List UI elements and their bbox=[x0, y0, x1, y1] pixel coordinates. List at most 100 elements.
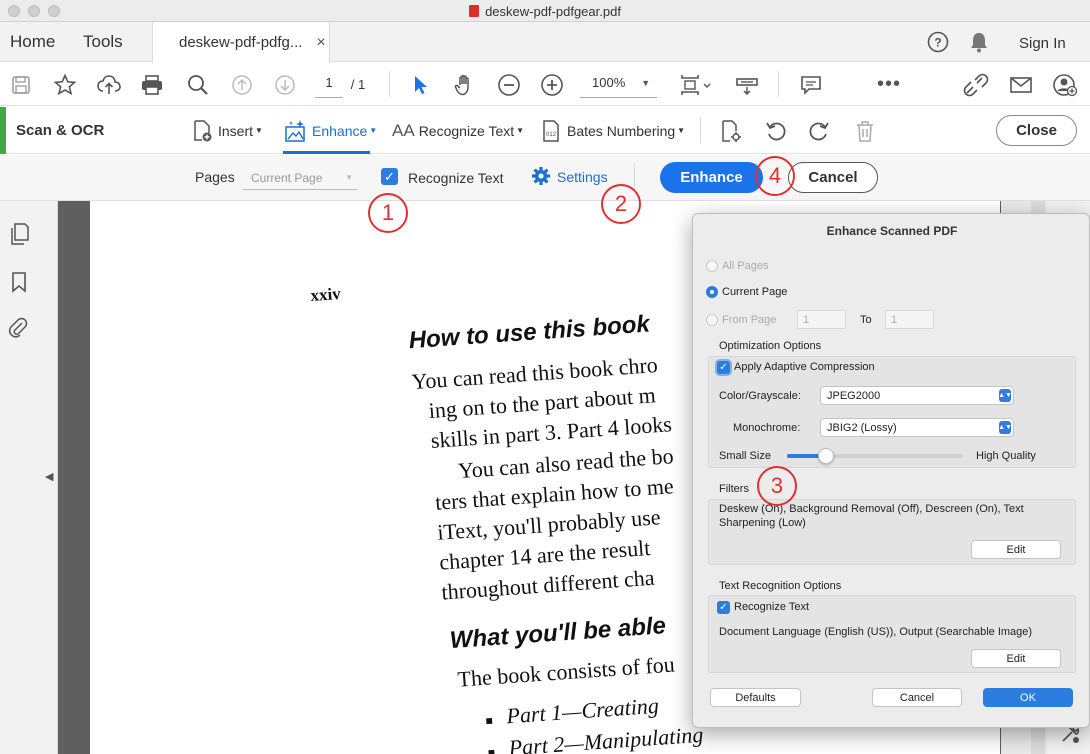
delete-trash-icon[interactable] bbox=[852, 109, 878, 152]
notifications-bell-icon[interactable] bbox=[969, 31, 989, 58]
caret-down-icon: ▼ bbox=[677, 126, 686, 135]
window-title-text: deskew-pdf-pdfgear.pdf bbox=[485, 3, 621, 19]
zoom-out-icon[interactable] bbox=[495, 63, 523, 106]
svg-text:012: 012 bbox=[546, 132, 557, 138]
monochrome-label: Monochrome: bbox=[733, 422, 801, 434]
dialog-ok-button[interactable]: OK bbox=[983, 688, 1073, 707]
defaults-button[interactable]: Defaults bbox=[710, 688, 801, 707]
add-user-icon[interactable] bbox=[1050, 63, 1080, 106]
current-page-radio[interactable] bbox=[706, 286, 718, 298]
sign-in-button[interactable]: Sign In bbox=[1019, 23, 1066, 63]
toolbar-divider bbox=[634, 163, 635, 189]
filters-summary-line: Deskew (On), Background Removal (Off), D… bbox=[719, 503, 1024, 515]
page-settings-icon[interactable] bbox=[718, 109, 744, 152]
enhance-menu[interactable]: Enhance ▼ bbox=[283, 107, 377, 154]
insert-menu[interactable]: Insert ▼ bbox=[190, 107, 263, 154]
dialog-title: Enhance Scanned PDF bbox=[826, 224, 958, 238]
all-pages-label: All Pages bbox=[722, 260, 769, 272]
bookmarks-icon[interactable] bbox=[10, 271, 28, 298]
small-size-label: Small Size bbox=[719, 450, 771, 462]
bates-numbering-icon: 012 bbox=[543, 119, 559, 142]
monochrome-value: JBIG2 (Lossy) bbox=[827, 421, 897, 434]
scan-tool-icon[interactable] bbox=[733, 63, 761, 106]
tool-accent-bar bbox=[0, 107, 6, 154]
text-recognition-edit-button[interactable]: Edit bbox=[971, 649, 1061, 668]
close-tab-icon[interactable]: × bbox=[316, 34, 325, 52]
from-page-label: From Page bbox=[722, 314, 777, 326]
page-thumbnails-icon[interactable] bbox=[8, 222, 30, 251]
toolbar-divider bbox=[778, 71, 779, 97]
close-tool-button[interactable]: Close bbox=[996, 115, 1077, 146]
annotation-marker-4: 4 bbox=[755, 156, 795, 196]
enhance-scanned-pdf-dialog: Enhance Scanned PDF All Pages Current Pa… bbox=[692, 213, 1090, 728]
book-bullet-item: ■ Part 1—Creating bbox=[485, 692, 660, 729]
filters-edit-button[interactable]: Edit bbox=[971, 540, 1061, 559]
share-link-icon[interactable] bbox=[961, 63, 991, 106]
quality-slider-knob[interactable] bbox=[817, 448, 834, 464]
help-icon[interactable]: ? bbox=[927, 31, 949, 58]
pages-select-value: Current Page bbox=[251, 170, 323, 185]
page-fit-icon[interactable] bbox=[676, 63, 714, 106]
pages-select[interactable]: Current Page ▼ bbox=[243, 166, 357, 190]
rotate-left-icon[interactable] bbox=[763, 109, 789, 152]
more-options-icon[interactable]: ••• bbox=[873, 63, 905, 106]
email-icon[interactable] bbox=[1007, 63, 1035, 106]
dialog-recognize-text-checkbox[interactable]: ✓ bbox=[717, 601, 730, 614]
cancel-button[interactable]: Cancel bbox=[788, 162, 878, 193]
recognize-text-label: Recognize Text bbox=[408, 170, 504, 186]
dialog-cancel-button[interactable]: Cancel bbox=[872, 688, 962, 707]
bookmark-star-icon[interactable] bbox=[51, 63, 79, 106]
window-title: deskew-pdf-pdfgear.pdf bbox=[0, 0, 1090, 22]
book-heading-2: What you'll be able bbox=[448, 612, 667, 655]
tab-tools[interactable]: Tools bbox=[83, 22, 123, 62]
recognize-text-menu[interactable]: AA Recognize Text ▼ bbox=[392, 107, 524, 154]
tab-home[interactable]: Home bbox=[10, 22, 55, 62]
optimization-options-header: Optimization Options bbox=[719, 340, 822, 352]
settings-link[interactable]: Settings bbox=[557, 169, 608, 185]
all-pages-radio[interactable] bbox=[706, 260, 718, 272]
enhance-label: Enhance bbox=[312, 122, 368, 139]
recognize-text-label: Recognize Text bbox=[418, 122, 515, 139]
comment-icon[interactable] bbox=[797, 63, 825, 106]
print-icon[interactable] bbox=[138, 63, 166, 106]
hand-tool-icon[interactable] bbox=[451, 63, 479, 106]
book-heading-1: How to use this book bbox=[407, 310, 651, 355]
upload-cloud-icon[interactable] bbox=[95, 63, 123, 106]
zoom-in-icon[interactable] bbox=[538, 63, 566, 106]
annotation-marker-2: 2 bbox=[601, 184, 641, 224]
settings-gear-icon[interactable] bbox=[531, 166, 551, 191]
page-total: / 1 bbox=[350, 77, 366, 92]
save-icon[interactable] bbox=[8, 63, 34, 106]
to-label: To bbox=[860, 314, 872, 326]
previous-page-icon[interactable] bbox=[229, 63, 255, 106]
collapse-panel-arrow-icon[interactable]: ◀ bbox=[45, 470, 53, 483]
annotation-marker-3: 3 bbox=[757, 466, 797, 506]
color-grayscale-value: JPEG2000 bbox=[827, 389, 881, 402]
toolbar-divider bbox=[700, 117, 701, 143]
adaptive-compression-checkbox[interactable]: ✓ bbox=[717, 361, 730, 374]
insert-label: Insert bbox=[218, 122, 254, 139]
rotate-right-icon[interactable] bbox=[806, 109, 832, 152]
bates-numbering-menu[interactable]: 012 Bates Numbering ▼ bbox=[541, 107, 685, 154]
tab-document[interactable]: deskew-pdf-pdfg... × bbox=[152, 22, 330, 63]
attachments-paperclip-icon[interactable] bbox=[8, 316, 28, 343]
to-page-input[interactable]: 1 bbox=[885, 310, 934, 329]
enhance-button[interactable]: Enhance bbox=[660, 162, 763, 193]
book-page-number: xxiv bbox=[309, 283, 342, 306]
color-grayscale-label: Color/Grayscale: bbox=[719, 390, 801, 402]
color-grayscale-select[interactable]: JPEG2000 ▲▼ bbox=[820, 386, 1014, 405]
book-text-line: The book consists of fou bbox=[456, 651, 676, 692]
recognize-text-checkbox[interactable]: ✓ bbox=[381, 168, 398, 185]
select-stepper-icon: ▲▼ bbox=[998, 389, 1012, 402]
zoom-search-icon[interactable] bbox=[184, 63, 212, 106]
from-page-input[interactable]: 1 bbox=[797, 310, 846, 329]
monochrome-select[interactable]: JBIG2 (Lossy) ▲▼ bbox=[820, 418, 1014, 437]
page-number-input[interactable]: 1 bbox=[315, 68, 343, 98]
from-page-radio[interactable] bbox=[706, 314, 718, 326]
select-cursor-icon[interactable] bbox=[408, 63, 434, 106]
recognize-text-icon: AA bbox=[392, 120, 415, 140]
next-page-icon[interactable] bbox=[272, 63, 298, 106]
zoom-level-select[interactable]: 100% ▼ bbox=[580, 68, 657, 98]
enhance-image-icon bbox=[285, 119, 305, 142]
caret-down-icon: ▼ bbox=[516, 126, 525, 135]
